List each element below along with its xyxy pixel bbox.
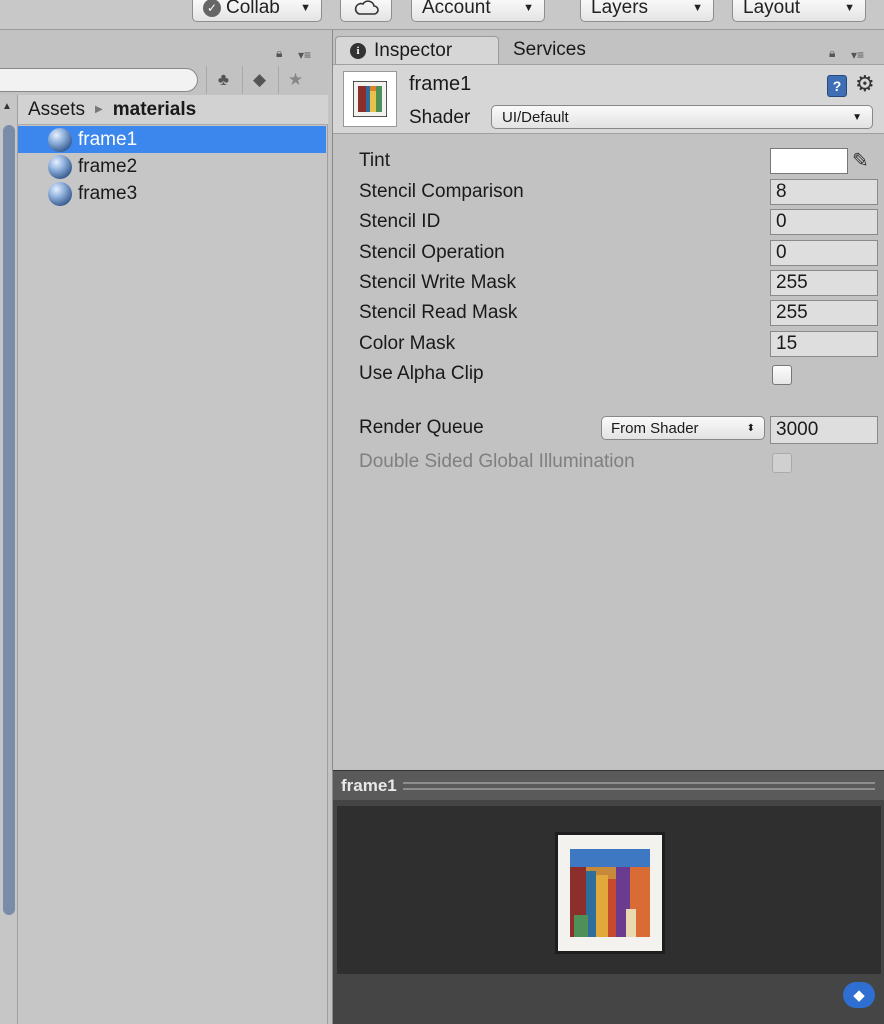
lock-icon[interactable]: 🔒︎ [276,46,282,61]
painting-preview-icon [570,849,650,937]
stencil-read-mask-label: Stencil Read Mask [359,302,518,323]
layers-dropdown[interactable]: Layers ▼ [580,0,714,22]
tab-inspector-label: Inspector [374,39,453,61]
material-thumbnail [343,71,397,127]
stencil-id-field[interactable]: 0 [770,209,878,235]
render-queue-mode-dropdown[interactable]: From Shader ⬍ [601,416,765,440]
list-item[interactable]: frame3 [18,180,326,207]
filter-by-label-icon[interactable]: ◆ [242,66,276,94]
favorite-star-icon[interactable]: ★ [278,66,312,94]
shader-value: UI/Default [502,108,569,126]
chevron-down-icon: ▼ [852,111,862,123]
painting-thumbnail-icon [353,81,387,117]
double-sided-gi-checkbox[interactable] [772,453,792,473]
tab-bar: i Inspector Services 🔒︎ ▾≡ [333,30,884,64]
stencil-operation-field[interactable]: 0 [770,240,878,266]
info-icon: i [350,42,366,59]
cloud-icon [354,0,379,15]
use-alpha-clip-checkbox[interactable] [772,365,792,385]
render-queue-mode-value: From Shader [611,419,699,437]
list-item[interactable]: frame2 [18,153,326,180]
color-mask-label: Color Mask [359,333,456,354]
scrollbar[interactable]: ▲ [0,95,18,1024]
layout-label: Layout [743,0,801,18]
stencil-comparison-label: Stencil Comparison [359,181,524,202]
breadcrumb-assets[interactable]: Assets [28,99,85,121]
help-book-icon[interactable]: ? [827,75,847,97]
stencil-id-label: Stencil ID [359,211,441,232]
top-toolbar: ✓ Collab ▼ Account ▼ Layers ▼ Layout ▼ [0,0,884,30]
collab-button[interactable]: ✓ Collab ▼ [192,0,322,22]
drag-handle-icon[interactable] [402,781,875,790]
chevron-down-icon: ▼ [523,2,534,14]
account-label: Account [422,0,491,18]
preview-header[interactable]: frame1 [333,770,884,800]
project-panel-header: 🔒︎ ▾≡ [0,30,332,64]
chevron-down-icon: ▼ [844,2,855,14]
material-sphere-icon [48,181,72,206]
preview-canvas[interactable] [337,806,881,974]
breadcrumb-materials[interactable]: materials [113,99,196,121]
shader-label: Shader [409,107,471,128]
account-dropdown[interactable]: Account ▼ [411,0,545,22]
material-name: frame1 [409,73,472,95]
material-sphere-icon [48,127,72,152]
chevron-down-icon: ▼ [300,2,311,14]
project-panel: 🔒︎ ▾≡ ♣ ◆ ★ ▲ Assets ▶ materials frame1 … [0,30,332,1024]
stencil-write-mask-field[interactable]: 255 [770,270,878,296]
layout-dropdown[interactable]: Layout ▼ [732,0,866,22]
stencil-read-mask-field[interactable]: 255 [770,300,878,326]
chevron-down-icon: ▼ [692,2,703,14]
eyedropper-icon[interactable]: ✎ [852,148,869,173]
cloud-button[interactable] [340,0,392,22]
list-item-label: frame3 [78,182,138,204]
framed-painting-preview [555,832,665,954]
project-body: ▲ Assets ▶ materials frame1 frame2 frame… [0,95,332,1024]
material-sphere-icon [48,154,72,179]
search-input[interactable] [0,68,198,92]
double-sided-gi-label: Double Sided Global Illumination [359,451,635,472]
panel-menu-icon[interactable]: ▾≡ [851,48,864,62]
render-queue-field[interactable]: 3000 [770,416,878,444]
up-down-arrows-icon: ⬍ [746,422,755,434]
render-queue-label: Render Queue [359,417,484,438]
tab-inspector[interactable]: i Inspector [335,36,499,64]
scroll-up-icon[interactable]: ▲ [2,101,12,112]
lock-icon[interactable]: 🔒︎ [829,46,835,61]
tab-services-label: Services [513,39,586,60]
collab-label: Collab [226,0,280,18]
tint-label: Tint [359,150,390,171]
list-item[interactable]: frame1 [18,126,326,153]
check-circle-icon: ✓ [203,0,221,17]
scrollbar-thumb[interactable] [3,125,15,915]
list-item-label: frame2 [78,155,138,177]
asset-list: Assets ▶ materials frame1 frame2 frame3 [18,95,328,1024]
stencil-comparison-field[interactable]: 8 [770,179,878,205]
breadcrumb-separator-icon: ▶ [95,104,103,115]
use-alpha-clip-label: Use Alpha Clip [359,363,484,384]
filter-by-type-icon[interactable]: ♣ [206,66,240,94]
inspector-panel: i Inspector Services 🔒︎ ▾≡ frame1 Shader… [332,30,884,1024]
stencil-write-mask-label: Stencil Write Mask [359,272,516,293]
shader-dropdown[interactable]: UI/Default ▼ [491,105,873,129]
breadcrumb: Assets ▶ materials [18,95,328,125]
tab-services[interactable]: Services [499,36,600,64]
color-mask-field[interactable]: 15 [770,331,878,357]
material-header: frame1 Shader UI/Default ▼ ? ⚙ [333,64,884,134]
gear-icon[interactable]: ⚙ [855,71,875,97]
stencil-operation-label: Stencil Operation [359,242,505,263]
preview-title: frame1 [341,775,397,795]
asset-labels-icon[interactable]: ◆ [843,982,875,1008]
panel-menu-icon[interactable]: ▾≡ [298,48,311,62]
preview-area: ◆ [333,800,884,1024]
tint-color-field[interactable] [770,148,848,174]
list-item-label: frame1 [78,128,138,150]
layers-label: Layers [591,0,649,18]
